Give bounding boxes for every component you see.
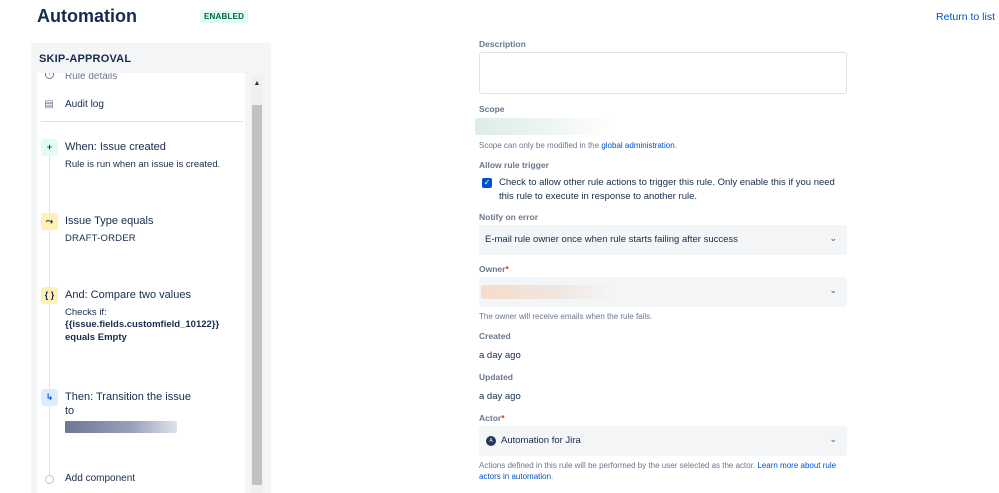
sidebar-item-label: Rule details [65,73,118,82]
owner-label: Owner* [479,264,509,274]
notify-select-value: E-mail rule owner once when rule starts … [485,234,738,245]
status-badge: ENABLED [200,10,249,23]
actor-select[interactable]: A Automation for Jira ⌄ [479,426,847,456]
scope-help: Scope can only be modified in the global… [479,141,677,150]
updated-label: Updated [479,372,513,382]
step-description: to [65,405,75,417]
actor-help-suffix: . [551,472,554,481]
scope-help-text: Scope can only be modified in the [479,141,602,150]
sidebar-item-audit-log[interactable]: ▤ Audit log [37,97,245,113]
required-mark: * [505,264,509,274]
allow-trigger-text: Check to allow other rule actions to tri… [499,177,835,202]
step-description: Rule is run when an issue is created. [65,159,221,170]
sidebar-scrollbar[interactable]: ▲ [251,75,263,493]
return-to-list-link[interactable]: Return to list [936,11,995,23]
step-title: When: Issue created [65,141,166,153]
notify-select[interactable]: E-mail rule owner once when rule starts … [479,225,847,255]
add-component-button[interactable]: Add component [37,473,245,487]
owner-value-redacted [481,285,611,299]
flow-connector [49,153,50,478]
rule-details-form: Description Scope Scope can only be modi… [475,0,859,493]
chevron-down-icon: ⌄ [829,434,837,444]
created-value: a day ago [479,350,521,361]
required-mark: * [501,413,505,423]
rule-name: SKIP-APPROVAL [39,53,132,65]
redacted-status [65,421,177,433]
page-title: Automation [37,6,137,26]
step-title: Then: Transition the issue [65,391,191,403]
actor-help: Actions defined in this rule will be per… [479,460,839,482]
created-label: Created [479,331,511,341]
chevron-down-icon: ⌄ [829,285,837,295]
owner-help: The owner will receive emails when the r… [479,312,653,321]
step-comparison: equals Empty [65,332,127,343]
document-icon: ▤ [44,99,54,110]
scroll-thumb[interactable] [252,105,262,485]
chevron-down-icon: ⌄ [829,233,837,243]
description-label: Description [479,39,526,49]
notify-label: Notify on error [479,212,539,222]
automation-avatar-icon: A [486,436,496,446]
step-description: DRAFT-ORDER [65,233,136,244]
rule-sidebar: SKIP-APPROVAL i Rule details ▤ Audit log… [31,43,271,493]
sidebar-item-rule-details[interactable]: i Rule details [37,73,245,83]
scope-value-redacted [475,118,617,135]
step-field-expression: {{issue.fields.customfield_10122}} [65,319,220,330]
allow-trigger-checkbox[interactable]: ✓ [482,178,492,188]
owner-label-text: Owner [479,264,506,274]
circle-icon [45,475,54,484]
braces-icon: { } [41,287,58,304]
actor-select-value: Automation for Jira [501,435,581,446]
actor-help-text: Actions defined in this rule will be per… [479,461,758,470]
owner-select[interactable]: ⌄ [479,277,847,307]
sidebar-item-label: Audit log [65,99,104,110]
info-icon: i [45,73,54,79]
transition-icon: ↳ [41,389,58,406]
rule-component-list: i Rule details ▤ Audit log + When: Issue… [37,73,245,493]
description-field[interactable] [479,52,847,94]
shuffle-icon: ⤳ [41,213,58,230]
add-component-label: Add component [65,473,136,484]
divider [41,121,243,122]
step-title: Issue Type equals [65,215,154,227]
scope-label: Scope [479,104,505,114]
actor-label: Actor* [479,413,505,423]
plus-icon: + [41,139,58,156]
updated-value: a day ago [479,391,521,402]
global-administration-link[interactable]: global administration [601,141,674,150]
step-title: And: Compare two values [65,289,191,301]
scroll-up-icon[interactable]: ▲ [251,79,263,89]
actor-label-text: Actor [479,413,502,423]
allow-trigger-label: Allow rule trigger [479,160,549,170]
scope-help-suffix: . [674,141,677,150]
step-description: Checks if: [65,307,107,318]
